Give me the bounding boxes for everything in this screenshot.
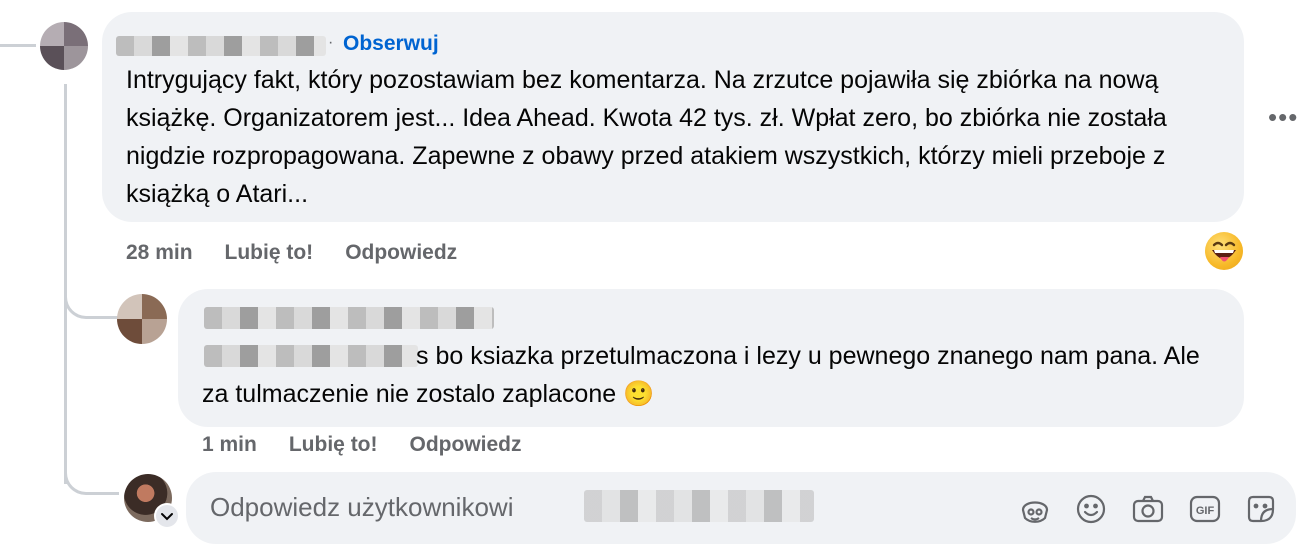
reply-like-button[interactable]: Lubię to! [289,433,378,457]
comment-bubble: · Obserwuj Intrygujący fakt, który pozos… [102,12,1244,222]
camera-icon[interactable] [1131,492,1165,526]
avatar-sticker-icon[interactable] [1018,492,1052,526]
reply-button[interactable]: Odpowiedz [345,241,457,265]
reply-timestamp[interactable]: 1 min [202,433,257,457]
comment-timestamp[interactable]: 28 min [126,241,193,265]
account-switch-chevron-icon[interactable] [154,503,180,529]
follow-link[interactable]: Obserwuj [343,32,439,56]
thread-line-top [0,44,36,47]
grinning-face-with-tongue-icon[interactable] [1205,232,1243,270]
name-separator: · [328,34,334,51]
reply-input-placeholder: Odpowiedz użytkownikowi [210,492,514,522]
more-options-icon[interactable]: ••• [1268,102,1298,133]
svg-text:GIF: GIF [1196,505,1215,517]
reply-target-name-blurred [584,490,814,522]
like-button[interactable]: Lubię to! [225,241,314,265]
commenter-name-blurred[interactable] [116,36,326,56]
reply-text: s bo ksiazka przetulmaczona i lezy u pew… [202,342,1200,408]
reply-reply-button[interactable]: Odpowiedz [410,433,522,457]
comment-actions: 28 min Lubię to! Odpowiedz [126,241,457,265]
reply-input[interactable]: Odpowiedz użytkownikowi GIF [186,472,1296,544]
thread-curve-composer [64,452,119,495]
commenter-avatar[interactable] [40,22,88,70]
comment-text: Intrygujący fakt, który pozostawiam bez … [126,66,1167,208]
reply-actions: 1 min Lubię to! Odpowiedz [202,433,522,457]
reply-bubble: s bo ksiazka przetulmaczona i lezy u pew… [178,289,1244,427]
reply-avatar[interactable] [117,294,167,344]
sticker-icon[interactable] [1244,492,1278,526]
reply-author-name-blurred[interactable] [204,307,494,329]
emoji-icon[interactable] [1074,492,1108,526]
thread-curve-reply [64,276,119,319]
gif-icon[interactable]: GIF [1188,492,1222,526]
